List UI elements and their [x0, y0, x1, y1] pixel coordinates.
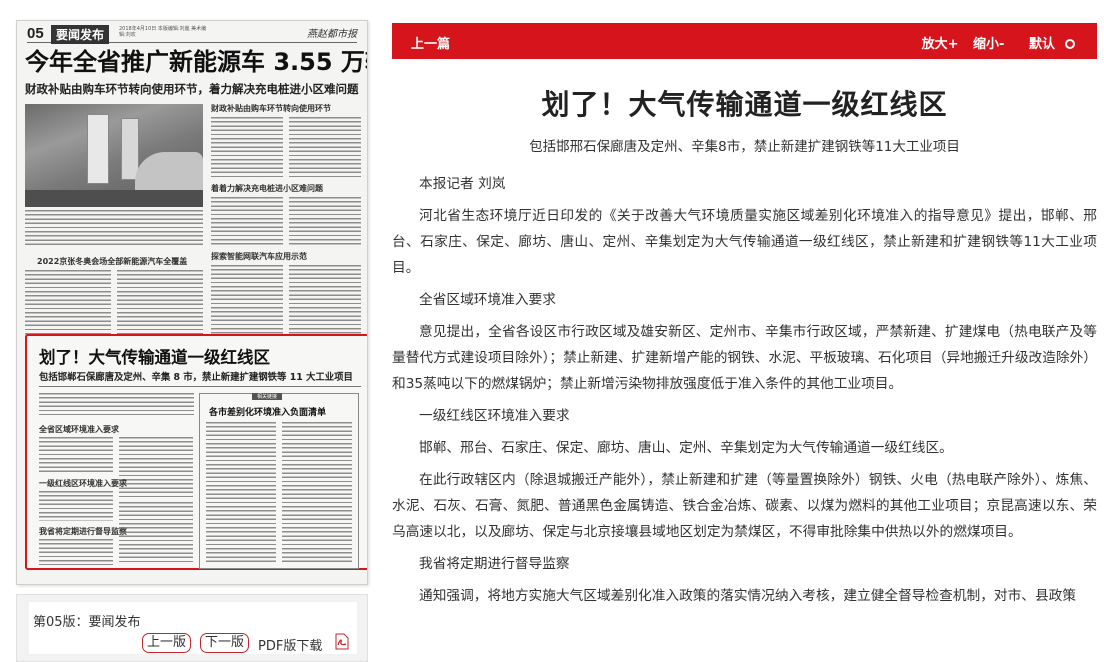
- column-text: [289, 197, 361, 247]
- newspaper-subhead: 探索智能网联汽车应用示范: [211, 252, 307, 261]
- related-links-box: 相关链接 各市差别化环境准入负面清单: [199, 393, 359, 569]
- newspaper-brand-logo: 燕赵都市报: [307, 29, 357, 40]
- highlight-title: 划了！大气传输通道一级红线区: [39, 348, 270, 367]
- edition-label: 第05版：要闻发布: [33, 615, 141, 630]
- newspaper-headline: 今年全省推广新能源车 3.55 万辆: [25, 48, 368, 76]
- article-paragraph: 邯郸、邢台、石家庄、保定、廊坊、唐山、定州、辛集划定为大气传输通道一级红线区。: [419, 440, 953, 456]
- related-links-tag: 相关链接: [252, 393, 283, 400]
- column-text: [25, 270, 111, 335]
- article-body: 本报记者 刘岚 河北省生态环境厅近日印发的《关于改善大气环境质量实施区域差别化环…: [392, 171, 1097, 615]
- newspaper-section-badge: 要闻发布: [51, 25, 110, 44]
- article-section-heading: 我省将定期进行督导监察: [419, 556, 570, 572]
- divider: [39, 386, 361, 387]
- newspaper-subhead: 2022京张冬奥会场全部新能源汽车全覆盖: [37, 257, 188, 266]
- column-text: [211, 265, 283, 335]
- pdf-download-link[interactable]: PDF版下载: [258, 635, 322, 654]
- reset-circle-icon: [1065, 39, 1075, 49]
- article-subtitle: 包括邯邢石保廊唐及定州、辛集8市，禁止新建扩建钢铁等11大工业项目: [529, 139, 960, 155]
- column-text: [39, 491, 113, 521]
- article-paragraph: 河北省生态环境厅近日印发的《关于改善大气环境质量实施区域差别化环境准入的指导意见…: [392, 208, 1097, 276]
- article-paragraph: 意见提出，全省各设区市行政区域及雄安新区、定州市、辛集市行政区域，严禁新建、扩建…: [392, 324, 1097, 392]
- column-text: [39, 393, 194, 415]
- photo-caption-text: [25, 210, 203, 248]
- ground-graphic: [25, 190, 203, 207]
- article-paragraph: 在此行政辖区内（除退城搬迁产能外），禁止新建和扩建（等量置换除外）钢铁、火电（热…: [392, 472, 1097, 540]
- edition-navigation-inner: 第05版：要闻发布 上一版 下一版 PDF版下载: [29, 602, 357, 654]
- article-section-heading: 全省区域环境准入要求: [419, 292, 556, 308]
- article-byline: 本报记者 刘岚: [419, 176, 506, 192]
- highlight-subhead: 一级红线区环境准入要求: [39, 479, 127, 488]
- highlight-subhead: 我省将定期进行督导监察: [39, 527, 127, 536]
- edition-navigation: 第05版：要闻发布 上一版 下一版 PDF版下载: [16, 594, 368, 662]
- column-text: [282, 422, 352, 562]
- charging-station-graphic: [87, 114, 109, 184]
- newspaper-subhead: 着着力解决充电桩进小区难问题: [211, 184, 323, 193]
- reset-zoom-label: 默认: [1028, 37, 1055, 52]
- newspaper-subhead: 财政补贴由购车环节转向使用环节: [211, 104, 331, 113]
- newspaper-page-number: 05: [27, 25, 44, 42]
- article-title: 划了！大气传输通道一级红线区: [541, 88, 948, 121]
- prev-article-link[interactable]: 上一篇: [411, 33, 450, 52]
- font-size-controls: 放大+ 缩小- 默认: [912, 33, 1075, 52]
- zoom-out-button[interactable]: 缩小-: [973, 37, 1004, 52]
- newspaper-subheadline: 财政补贴由购车环节转向使用环节，着力解决充电桩进小区难问题: [25, 82, 359, 96]
- column-text: [289, 117, 361, 177]
- reset-zoom-button[interactable]: 默认: [1019, 37, 1075, 52]
- newspaper-panel: 05 要闻发布 2018年4月10日 本版编辑:刘嵐 美术编辑:刘欢 燕赵都市报…: [13, 15, 373, 662]
- newspaper-page-image[interactable]: 05 要闻发布 2018年4月10日 本版编辑:刘嵐 美术编辑:刘欢 燕赵都市报…: [16, 20, 368, 585]
- related-links-title: 各市差别化环境准入负面清单: [209, 408, 327, 418]
- article-section-heading: 一级红线区环境准入要求: [419, 408, 570, 424]
- column-text: [39, 539, 113, 565]
- article-toolbar: 上一篇 放大+ 缩小- 默认: [392, 23, 1097, 59]
- next-edition-button[interactable]: 下一版: [200, 633, 250, 653]
- article-paragraph: 通知强调，将地方实施大气区域差别化准入政策的落实情况纳入考核，建立健全督导检查机…: [419, 588, 1077, 604]
- column-text: [289, 265, 361, 335]
- column-text: [211, 117, 283, 177]
- zoom-in-button[interactable]: 放大+: [922, 37, 959, 52]
- column-text: [119, 437, 193, 497]
- highlight-subtitle: 包括邯郸石保廊唐及定州、辛集 8 市，禁止新建扩建钢铁等 11 大工业项目: [39, 372, 353, 383]
- newspaper-date-line: 2018年4月10日 本版编辑:刘嵐 美术编辑:刘欢: [119, 26, 207, 38]
- column-text: [211, 197, 283, 247]
- pdf-icon[interactable]: [335, 633, 349, 650]
- column-text: [206, 422, 276, 562]
- highlighted-article-region[interactable]: 划了！大气传输通道一级红线区 包括邯郸石保廊唐及定州、辛集 8 市，禁止新建扩建…: [25, 334, 367, 570]
- highlight-subhead: 全省区域环境准入要求: [39, 425, 119, 434]
- prev-edition-button[interactable]: 上一版: [142, 633, 192, 653]
- newspaper-masthead: 05 要闻发布 2018年4月10日 本版编辑:刘嵐 美术编辑:刘欢 燕赵都市报: [27, 25, 357, 44]
- column-text: [39, 437, 113, 473]
- newspaper-photo: [25, 104, 203, 207]
- column-text: [119, 502, 193, 565]
- column-text: [117, 270, 203, 335]
- article-content: 划了！大气传输通道一级红线区 包括邯邢石保廊唐及定州、辛集8市，禁止新建扩建钢铁…: [392, 59, 1097, 662]
